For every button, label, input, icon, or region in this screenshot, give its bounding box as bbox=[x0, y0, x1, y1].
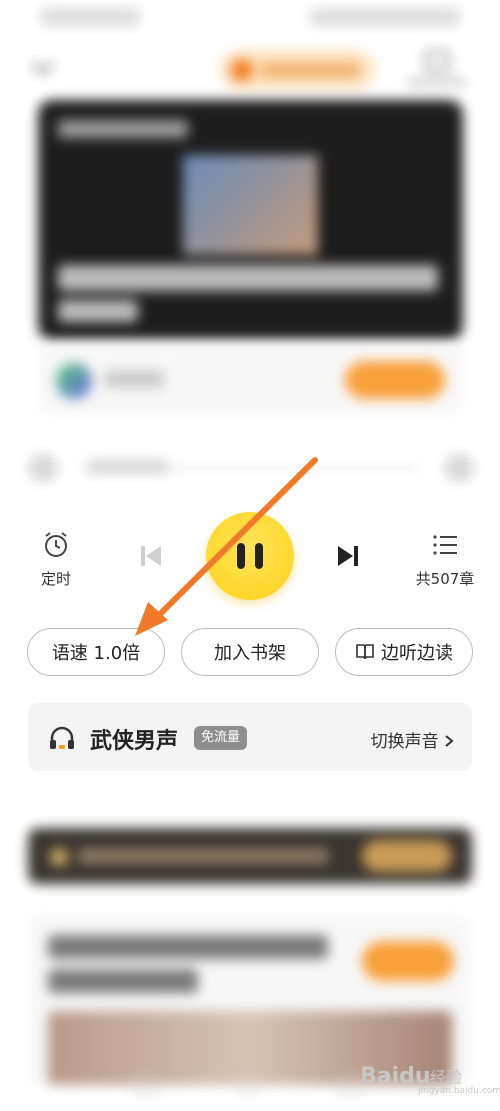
chevron-down-icon[interactable] bbox=[30, 58, 56, 78]
watermark-url: jingyan.baidu.com bbox=[418, 1086, 500, 1096]
alarm-clock-icon bbox=[45, 532, 67, 557]
status-left bbox=[40, 8, 140, 26]
switch-voice-label: 切换声音 bbox=[370, 732, 439, 752]
switch-voice-link[interactable]: 切换声音 bbox=[371, 727, 454, 752]
baidu-watermark: Baidu 经验 jingyan.baidu.com bbox=[360, 1050, 500, 1102]
promo-icon bbox=[232, 60, 252, 80]
previous-icon[interactable] bbox=[133, 538, 169, 574]
forward-icon[interactable] bbox=[444, 454, 474, 482]
data-free-badge: 免流量 bbox=[194, 726, 248, 750]
promo-text bbox=[260, 63, 360, 77]
timer-button[interactable]: 定时 bbox=[30, 530, 82, 589]
next-icon[interactable] bbox=[330, 538, 366, 574]
status-right bbox=[310, 8, 460, 26]
pause-bar-left bbox=[237, 543, 245, 569]
card-title-line-1 bbox=[48, 935, 328, 959]
author-name bbox=[104, 371, 164, 387]
promo-banner[interactable] bbox=[28, 828, 472, 884]
add-to-shelf-button[interactable]: 加入书架 bbox=[181, 628, 319, 676]
time-readout bbox=[88, 460, 168, 474]
listen-and-read-label: 边听边读 bbox=[381, 643, 453, 664]
video-title-top bbox=[58, 120, 188, 138]
listen-and-read-button[interactable]: 边听边读 bbox=[335, 628, 473, 676]
chapter-list-button[interactable]: 共507章 bbox=[408, 530, 482, 589]
banner-button[interactable] bbox=[362, 840, 452, 872]
speed-label: 语速 1.0倍 bbox=[51, 643, 141, 664]
headphones-icon bbox=[50, 726, 74, 749]
author-row bbox=[38, 345, 463, 415]
voice-selector-row[interactable]: 武侠男声 免流量 切换声音 bbox=[28, 703, 472, 771]
top-nav bbox=[0, 40, 500, 100]
video-headline-2 bbox=[58, 300, 138, 322]
card-title-line-2 bbox=[48, 969, 198, 993]
book-icon bbox=[356, 644, 374, 660]
add-to-shelf-label: 加入书架 bbox=[214, 643, 286, 664]
pause-bar-right bbox=[255, 543, 263, 569]
video-thumbnail bbox=[183, 155, 318, 255]
status-bar bbox=[0, 0, 500, 36]
voice-name: 武侠男声 bbox=[90, 728, 179, 754]
video-headline bbox=[58, 265, 438, 291]
avatar[interactable] bbox=[56, 363, 92, 399]
banner-icon bbox=[50, 848, 68, 866]
card-action-button[interactable] bbox=[362, 941, 454, 981]
banner-text bbox=[78, 848, 328, 864]
watermark-suffix: 经验 bbox=[430, 1068, 463, 1087]
rewind-icon[interactable] bbox=[28, 454, 58, 482]
player-controls: 定时 共507章 bbox=[0, 500, 500, 610]
nav-home-icon[interactable] bbox=[238, 1074, 260, 1096]
progress-row bbox=[28, 448, 474, 488]
timer-label: 定时 bbox=[40, 570, 71, 588]
more-icon[interactable] bbox=[402, 44, 472, 94]
nav-back-icon[interactable] bbox=[135, 1074, 157, 1096]
speed-button[interactable]: 语速 1.0倍 bbox=[27, 628, 165, 676]
chapters-label: 共507章 bbox=[415, 570, 475, 588]
video-card[interactable] bbox=[38, 100, 463, 340]
pause-button[interactable] bbox=[206, 512, 294, 600]
list-icon bbox=[433, 535, 457, 555]
nav-recents-icon[interactable] bbox=[340, 1074, 362, 1096]
promo-pill[interactable] bbox=[220, 50, 375, 90]
follow-button[interactable] bbox=[345, 361, 445, 399]
chevron-right-icon bbox=[445, 735, 454, 747]
